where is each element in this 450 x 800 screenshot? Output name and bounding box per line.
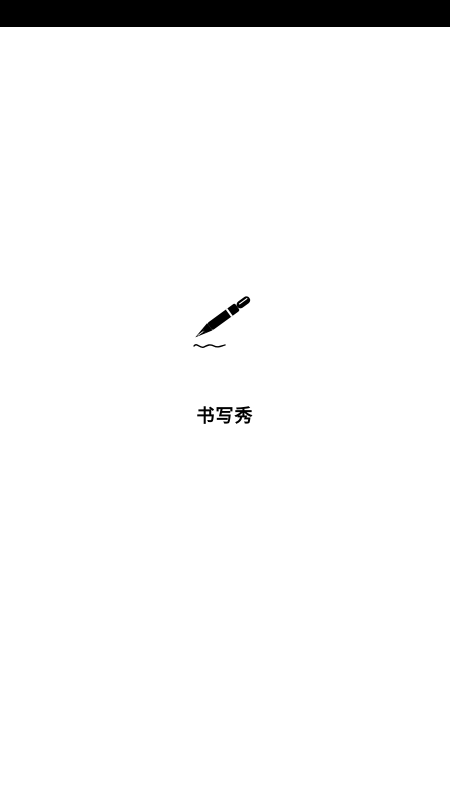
app-name: 书写秀 <box>196 406 254 427</box>
status-bar <box>0 0 450 27</box>
splash-screen: 书写秀 <box>0 0 450 800</box>
fountain-pen-signature-icon <box>188 285 264 357</box>
